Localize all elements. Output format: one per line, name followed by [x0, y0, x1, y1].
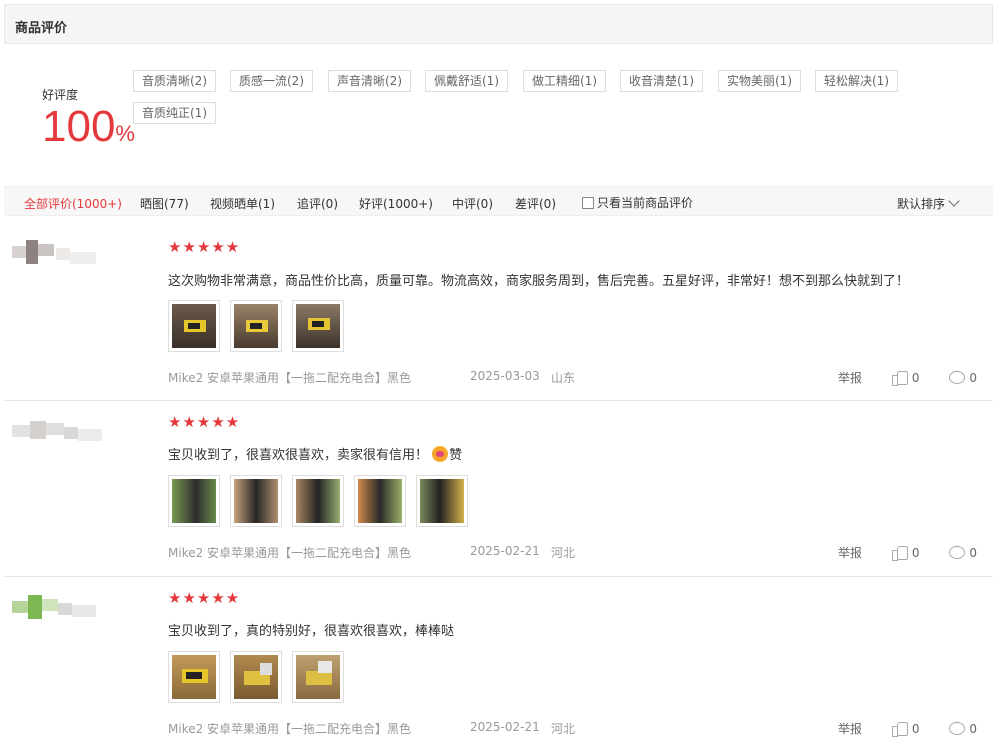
like-button[interactable]: 0	[891, 545, 920, 561]
like-count: 0	[911, 371, 920, 385]
review-tag[interactable]: 音质清晰(2)	[133, 70, 216, 92]
checkbox[interactable]	[582, 197, 594, 209]
review-region: 河北	[551, 722, 576, 736]
review-actions: 举报 0 0	[838, 718, 977, 737]
review-photo[interactable]	[354, 475, 406, 527]
review-text: 宝贝收到了，很喜欢很喜欢，卖家很有信用！ 赞	[168, 444, 462, 463]
review-photo[interactable]	[168, 475, 220, 527]
review-meta: Mike2 安卓苹果通用【一拖二配充电合】黑色 2025-02-21 河北	[168, 544, 575, 561]
positive-rate: 好评度 100%	[42, 86, 135, 151]
review-date: 2025-03-03	[470, 369, 540, 383]
review-photo[interactable]	[292, 475, 344, 527]
chevron-down-icon	[948, 195, 960, 207]
comment-icon	[949, 367, 966, 384]
review-actions: 举报 0 0	[838, 367, 977, 386]
product-variant: Mike2 安卓苹果通用【一拖二配充电合】黑色	[168, 722, 412, 736]
product-variant: Mike2 安卓苹果通用【一拖二配充电合】黑色	[168, 546, 412, 560]
sort-label: 默认排序	[897, 197, 946, 211]
review-item: ★★★★★ 宝贝收到了，真的特别好，很喜欢很喜欢，棒棒哒 Mike2 安卓苹果通…	[4, 577, 993, 744]
review-actions: 举报 0 0	[838, 542, 977, 561]
tab-all-reviews[interactable]: 全部评价(1000+)	[24, 195, 122, 212]
percent-sign: %	[115, 121, 135, 146]
review-tag[interactable]: 质感一流(2)	[230, 70, 313, 92]
review-region: 河北	[551, 546, 576, 560]
comment-count: 0	[969, 722, 977, 736]
report-link[interactable]: 举报	[838, 369, 862, 386]
comment-button[interactable]: 0	[949, 367, 977, 385]
report-link[interactable]: 举报	[838, 720, 862, 737]
emoji-icon	[432, 446, 449, 462]
review-photo[interactable]	[416, 475, 468, 527]
avatar	[12, 595, 102, 619]
review-filter-bar: 全部评价(1000+) 晒图(77) 视频晒单(1) 追评(0) 好评(1000…	[4, 186, 993, 216]
review-date: 2025-02-21	[470, 544, 540, 558]
section-title: 商品评价	[15, 21, 68, 36]
star-rating: ★★★★★	[168, 589, 241, 607]
review-photo[interactable]	[230, 651, 282, 703]
review-region: 山东	[551, 371, 576, 385]
review-text-suffix: 赞	[449, 448, 463, 463]
comment-icon	[949, 542, 966, 559]
tab-followup[interactable]: 追评(0)	[297, 195, 338, 212]
comment-count: 0	[969, 371, 977, 385]
review-meta: Mike2 安卓苹果通用【一拖二配充电合】黑色 2025-02-21 河北	[168, 720, 575, 737]
review-item: ★★★★★ 宝贝收到了，很喜欢很喜欢，卖家很有信用！ 赞 Mike2 安卓苹果通…	[4, 401, 993, 577]
comment-button[interactable]: 0	[949, 718, 977, 736]
review-meta: Mike2 安卓苹果通用【一拖二配充电合】黑色 2025-03-03 山东	[168, 369, 575, 386]
comment-button[interactable]: 0	[949, 542, 977, 560]
only-current-label: 只看当前商品评价	[597, 196, 694, 210]
report-link[interactable]: 举报	[838, 544, 862, 561]
positive-rate-label: 好评度	[42, 88, 79, 102]
review-photo[interactable]	[168, 651, 220, 703]
sort-dropdown[interactable]: 默认排序	[897, 195, 960, 212]
review-date: 2025-02-21	[470, 720, 540, 734]
tab-positive[interactable]: 好评(1000+)	[359, 195, 433, 212]
review-photo[interactable]	[292, 300, 344, 352]
review-text: 宝贝收到了，真的特别好，很喜欢很喜欢，棒棒哒	[168, 624, 455, 639]
thumbs-up-icon	[891, 545, 908, 561]
thumbs-up-icon	[891, 721, 908, 737]
positive-rate-number: 100	[42, 102, 116, 151]
only-current-product-toggle[interactable]: 只看当前商品评价	[582, 194, 693, 211]
like-button[interactable]: 0	[891, 721, 920, 737]
review-tag[interactable]: 收音清楚(1)	[620, 70, 703, 92]
review-photo[interactable]	[230, 300, 282, 352]
review-text-main: 宝贝收到了，很喜欢很喜欢，卖家很有信用！	[168, 448, 429, 463]
tab-negative[interactable]: 差评(0)	[515, 195, 556, 212]
review-tag[interactable]: 声音清晰(2)	[328, 70, 411, 92]
review-tag[interactable]: 佩戴舒适(1)	[425, 70, 508, 92]
like-count: 0	[911, 722, 920, 736]
review-photo[interactable]	[168, 300, 220, 352]
positive-rate-value: 100%	[42, 102, 135, 159]
star-rating: ★★★★★	[168, 238, 241, 256]
star-rating: ★★★★★	[168, 413, 241, 431]
comment-count: 0	[969, 546, 977, 560]
avatar	[12, 419, 102, 443]
like-button[interactable]: 0	[891, 370, 920, 386]
product-variant: Mike2 安卓苹果通用【一拖二配充电合】黑色	[168, 371, 412, 385]
review-tag[interactable]: 轻松解决(1)	[815, 70, 898, 92]
like-count: 0	[911, 546, 920, 560]
review-photo[interactable]	[292, 651, 344, 703]
tab-photos[interactable]: 晒图(77)	[140, 195, 189, 212]
review-item: ★★★★★ 这次购物非常满意，商品性价比高，质量可靠。物流高效，商家服务周到，售…	[4, 216, 993, 401]
tab-neutral[interactable]: 中评(0)	[452, 195, 493, 212]
review-tag[interactable]: 音质纯正(1)	[133, 102, 216, 124]
reviews-header: 商品评价	[4, 4, 993, 44]
thumbs-up-icon	[891, 370, 908, 386]
avatar	[12, 240, 102, 264]
review-text: 这次购物非常满意，商品性价比高，质量可靠。物流高效，商家服务周到，售后完善。五星…	[168, 274, 910, 289]
review-tag[interactable]: 做工精细(1)	[523, 70, 606, 92]
review-tag[interactable]: 实物美丽(1)	[718, 70, 801, 92]
comment-icon	[949, 718, 966, 735]
tab-video[interactable]: 视频晒单(1)	[210, 195, 275, 212]
review-photo[interactable]	[230, 475, 282, 527]
